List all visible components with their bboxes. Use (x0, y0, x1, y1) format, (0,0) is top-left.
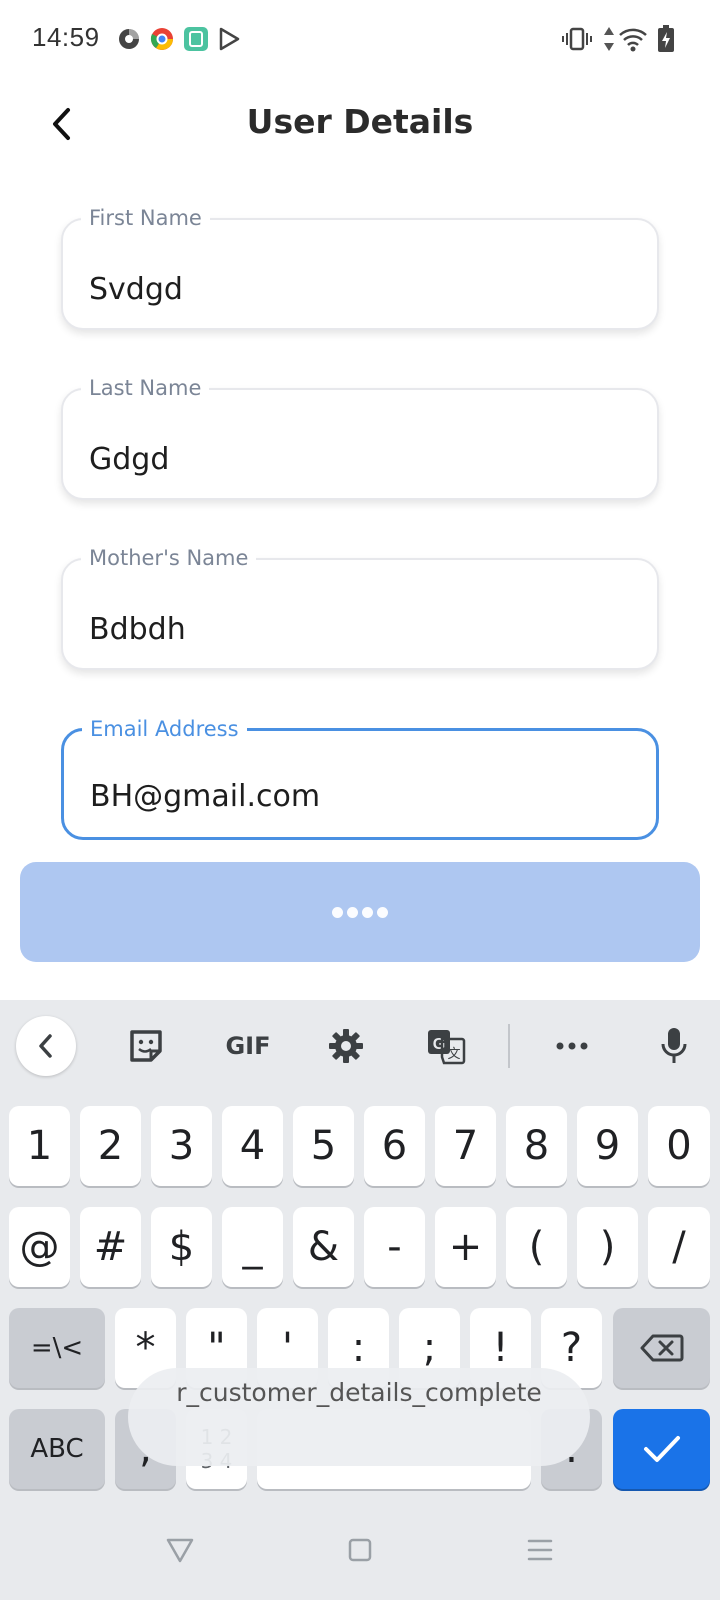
mothers-name-label: Mother's Name (81, 546, 257, 570)
more-button[interactable] (542, 1016, 602, 1076)
back-icon (39, 1034, 52, 1058)
key-minus[interactable]: - (364, 1207, 425, 1287)
autofill-suggestion[interactable]: r_customer_details_complete (128, 1368, 590, 1466)
svg-text:文: 文 (447, 1047, 460, 1062)
loading-dot (377, 906, 388, 918)
recents-menu-icon (527, 1539, 553, 1561)
sticker-button[interactable] (116, 1016, 176, 1076)
nav-back-button[interactable] (160, 1530, 200, 1570)
loading-dot (347, 906, 358, 918)
first-name-value[interactable]: Svdgd (89, 272, 183, 307)
settings-icon (329, 1029, 363, 1063)
mothers-name-value[interactable]: Bdbdh (89, 612, 186, 647)
key-dollar[interactable]: $ (151, 1207, 212, 1287)
first-name-label: First Name (81, 206, 210, 230)
key-plus[interactable]: + (435, 1207, 496, 1287)
play-store-icon (219, 27, 240, 51)
wifi-icon (619, 28, 647, 52)
key-4[interactable]: 4 (222, 1106, 283, 1186)
key-1[interactable]: 1 (9, 1106, 70, 1186)
keyboard-toolbar: GIF G文 (0, 1000, 720, 1096)
key-6[interactable]: 6 (364, 1106, 425, 1186)
backspace-icon (640, 1334, 683, 1362)
key-more-symbols[interactable]: =\< (9, 1308, 105, 1388)
status-bar: 14:59 (0, 0, 720, 80)
chrome-like-icon (150, 28, 173, 50)
top-app-bar: User Details (0, 80, 720, 170)
color-circle-icon (119, 29, 139, 49)
key-at[interactable]: @ (9, 1207, 70, 1287)
keyboard-back-button[interactable] (16, 1016, 76, 1076)
key-slash[interactable]: / (648, 1207, 710, 1287)
key-0[interactable]: 0 (648, 1106, 710, 1186)
check-icon (643, 1436, 680, 1462)
vibrate-icon (562, 27, 592, 51)
translate-button[interactable]: G文 (416, 1016, 476, 1076)
key-hash[interactable]: # (80, 1207, 141, 1287)
loading-dot (362, 906, 373, 918)
last-name-value[interactable]: Gdgd (89, 442, 169, 477)
status-time: 14:59 (32, 22, 100, 52)
key-7[interactable]: 7 (435, 1106, 496, 1186)
microphone-icon (661, 1028, 687, 1063)
first-name-field[interactable]: First Name Svdgd (61, 206, 659, 330)
key-open-paren[interactable]: ( (506, 1207, 567, 1287)
key-3[interactable]: 3 (151, 1106, 212, 1186)
email-address-value[interactable]: BH@gmail.com (90, 779, 320, 814)
nav-recents-button[interactable] (520, 1530, 560, 1570)
key-underscore[interactable]: _ (222, 1207, 283, 1287)
user-details-form: First Name Svdgd Last Name Gdgd Mother's… (0, 180, 720, 842)
home-square-icon (348, 1538, 372, 1562)
suggestion-text: r_customer_details_complete (176, 1378, 542, 1407)
key-close-paren[interactable]: ) (577, 1207, 638, 1287)
translate-icon: G文 (428, 1030, 466, 1065)
page-title: User Details (246, 102, 474, 141)
submit-button[interactable] (20, 862, 700, 962)
data-arrows-icon (604, 27, 614, 51)
nav-home-button[interactable] (340, 1530, 380, 1570)
key-ampersand[interactable]: & (293, 1207, 354, 1287)
last-name-field[interactable]: Last Name Gdgd (61, 376, 659, 500)
system-nav-bar (0, 1500, 720, 1600)
loading-dot (332, 906, 343, 918)
key-9[interactable]: 9 (577, 1106, 638, 1186)
settings-button[interactable] (316, 1016, 376, 1076)
key-done[interactable] (613, 1409, 710, 1489)
more-icon (556, 1042, 588, 1050)
key-abc[interactable]: ABC (9, 1409, 105, 1489)
battery-charging-icon (658, 25, 674, 52)
email-address-label: Email Address (82, 717, 247, 741)
gif-icon: GIF (225, 1032, 271, 1060)
key-8[interactable]: 8 (506, 1106, 567, 1186)
sticker-icon (130, 1030, 162, 1062)
voice-input-button[interactable] (644, 1016, 704, 1076)
email-address-field[interactable]: Email Address BH@gmail.com (61, 717, 659, 840)
mothers-name-field[interactable]: Mother's Name Bdbdh (61, 546, 659, 670)
green-app-icon (184, 27, 208, 51)
key-2[interactable]: 2 (80, 1106, 141, 1186)
key-backspace[interactable] (613, 1308, 710, 1388)
key-5[interactable]: 5 (293, 1106, 354, 1186)
back-triangle-icon (166, 1538, 194, 1563)
toolbar-divider (508, 1024, 510, 1068)
last-name-label: Last Name (81, 376, 210, 400)
gif-button[interactable]: GIF (216, 1016, 280, 1076)
